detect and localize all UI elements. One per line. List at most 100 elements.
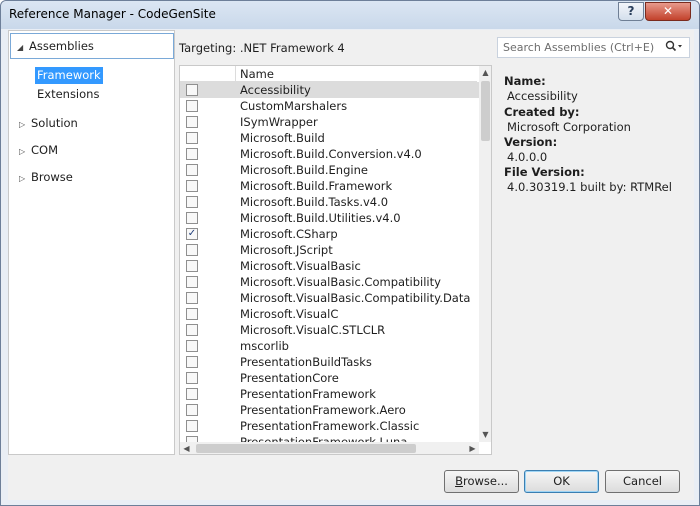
assembly-name: Microsoft.VisualC	[240, 307, 339, 321]
row-checkbox[interactable]	[186, 292, 198, 304]
vertical-scroll-thumb[interactable]	[481, 81, 490, 141]
table-row[interactable]: mscorlib	[180, 338, 479, 354]
row-checkbox[interactable]	[186, 84, 198, 96]
assembly-name: Microsoft.Build.Engine	[240, 163, 368, 177]
row-checkbox[interactable]: ✓	[186, 228, 198, 240]
assembly-name: Microsoft.VisualC.STLCLR	[240, 323, 386, 337]
row-checkbox[interactable]	[186, 276, 198, 288]
row-checkbox[interactable]	[186, 100, 198, 112]
nav-item-browse[interactable]: ▷ Browse	[19, 168, 73, 186]
row-checkbox[interactable]	[186, 356, 198, 368]
assembly-name: Microsoft.Build	[240, 131, 325, 145]
scroll-left-arrow-icon[interactable]: ◀	[180, 442, 193, 454]
row-checkbox[interactable]	[186, 132, 198, 144]
table-row[interactable]: Microsoft.VisualBasic.Compatibility	[180, 274, 479, 290]
cancel-button[interactable]: Cancel	[605, 470, 680, 493]
table-row[interactable]: ISymWrapper	[180, 114, 479, 130]
help-button[interactable]: ?	[618, 2, 644, 21]
row-checkbox[interactable]	[186, 196, 198, 208]
horizontal-scroll-thumb[interactable]	[196, 444, 416, 453]
scroll-right-arrow-icon[interactable]: ▶	[466, 442, 479, 454]
close-button[interactable]: ✕	[645, 2, 691, 21]
file-version-value: 4.0.30319.1 built by: RTMRel	[507, 180, 672, 194]
name-value: Accessibility	[507, 89, 578, 103]
table-row[interactable]: PresentationFramework.Aero	[180, 402, 479, 418]
assembly-name: Microsoft.VisualBasic.Compatibility.Data	[240, 291, 471, 305]
table-row[interactable]: ✓ Microsoft.CSharp	[180, 226, 479, 242]
row-checkbox[interactable]	[186, 372, 198, 384]
targeting-label: Targeting: .NET Framework 4	[179, 41, 345, 55]
nav-item-solution[interactable]: ▷ Solution	[19, 114, 78, 132]
table-row[interactable]: Microsoft.VisualC.STLCLR	[180, 322, 479, 338]
assembly-name: ISymWrapper	[240, 115, 318, 129]
table-row[interactable]: Microsoft.VisualC	[180, 306, 479, 322]
table-row[interactable]: Microsoft.Build.Conversion.v4.0	[180, 146, 479, 162]
table-row[interactable]: Microsoft.Build	[180, 130, 479, 146]
nav-item-extensions[interactable]: Extensions	[35, 86, 101, 103]
row-checkbox[interactable]	[186, 388, 198, 400]
nav-item-com[interactable]: ▷ COM	[19, 141, 58, 159]
scroll-down-arrow-icon[interactable]: ▼	[479, 428, 491, 442]
browse-accel-key: B	[455, 474, 463, 488]
assembly-name: Microsoft.JScript	[240, 243, 333, 257]
search-placeholder: Search Assemblies (Ctrl+E)	[503, 41, 655, 54]
row-checkbox[interactable]	[186, 324, 198, 336]
checkbox-column-header[interactable]	[180, 66, 236, 82]
version-value: 4.0.0.0	[507, 150, 548, 164]
assembly-name: CustomMarshalers	[240, 99, 348, 113]
row-checkbox[interactable]	[186, 148, 198, 160]
nav-item-assemblies-label: Assemblies	[29, 39, 94, 53]
table-row[interactable]: Accessibility	[180, 82, 479, 98]
reference-manager-window: Reference Manager - CodeGenSite ? ✕ ◢ Ass…	[0, 0, 700, 506]
table-row[interactable]: Microsoft.Build.Engine	[180, 162, 479, 178]
search-assemblies-input[interactable]: Search Assemblies (Ctrl+E)	[497, 37, 690, 58]
row-checkbox[interactable]	[186, 116, 198, 128]
nav-item-solution-label: Solution	[31, 116, 78, 130]
title-bar[interactable]: Reference Manager - CodeGenSite ? ✕	[1, 1, 699, 29]
table-row[interactable]: Microsoft.VisualBasic.Compatibility.Data	[180, 290, 479, 306]
row-checkbox[interactable]	[186, 164, 198, 176]
created-by-value: Microsoft Corporation	[507, 120, 631, 134]
search-icon[interactable]	[665, 40, 683, 57]
row-checkbox[interactable]	[186, 212, 198, 224]
nav-item-framework[interactable]: Framework	[35, 67, 103, 84]
row-checkbox[interactable]	[186, 340, 198, 352]
table-row[interactable]: Microsoft.Build.Tasks.v4.0	[180, 194, 479, 210]
assembly-name: PresentationFramework	[240, 387, 376, 401]
row-checkbox[interactable]	[186, 420, 198, 432]
assembly-name: Microsoft.Build.Utilities.v4.0	[240, 211, 401, 225]
browse-button-label: rowse...	[462, 474, 508, 488]
table-row[interactable]: PresentationFramework	[180, 386, 479, 402]
table-row[interactable]: Microsoft.Build.Framework	[180, 178, 479, 194]
row-checkbox[interactable]	[186, 180, 198, 192]
row-checkbox[interactable]	[186, 308, 198, 320]
assembly-rows: Accessibility CustomMarshalers ISymWrapper…	[180, 82, 479, 450]
row-checkbox[interactable]	[186, 404, 198, 416]
created-by-label: Created by:	[504, 105, 580, 119]
table-row[interactable]: PresentationCore	[180, 370, 479, 386]
table-row[interactable]: Microsoft.VisualBasic	[180, 258, 479, 274]
file-version-label: File Version:	[504, 165, 585, 179]
assembly-name: Microsoft.Build.Conversion.v4.0	[240, 147, 422, 161]
table-row[interactable]: PresentationBuildTasks	[180, 354, 479, 370]
browse-button[interactable]: Browse...	[444, 470, 519, 493]
row-checkbox[interactable]	[186, 244, 198, 256]
table-row[interactable]: Microsoft.Build.Utilities.v4.0	[180, 210, 479, 226]
dialog-client-area: ◢ Assemblies Framework Extensions ▷ Soluti…	[8, 30, 694, 500]
nav-item-browse-label: Browse	[31, 170, 73, 184]
table-row[interactable]: CustomMarshalers	[180, 98, 479, 114]
vertical-scrollbar[interactable]: ▲ ▼	[479, 66, 491, 442]
horizontal-scrollbar[interactable]: ◀ ▶	[180, 442, 479, 454]
category-nav: ◢ Assemblies Framework Extensions ▷ Soluti…	[8, 30, 175, 455]
assembly-name: Microsoft.Build.Framework	[240, 179, 393, 193]
nav-item-assemblies[interactable]: ◢ Assemblies	[10, 33, 174, 59]
details-pane: Name: Accessibility Created by: Microsof…	[497, 65, 690, 455]
assembly-name: PresentationCore	[240, 371, 339, 385]
row-checkbox[interactable]	[186, 260, 198, 272]
name-column-header[interactable]: Name	[240, 67, 274, 81]
ok-button[interactable]: OK	[524, 470, 599, 493]
scroll-up-arrow-icon[interactable]: ▲	[479, 66, 491, 80]
table-row[interactable]: Microsoft.JScript	[180, 242, 479, 258]
table-row[interactable]: PresentationFramework.Classic	[180, 418, 479, 434]
expanded-arrow-icon: ◢	[17, 43, 24, 52]
